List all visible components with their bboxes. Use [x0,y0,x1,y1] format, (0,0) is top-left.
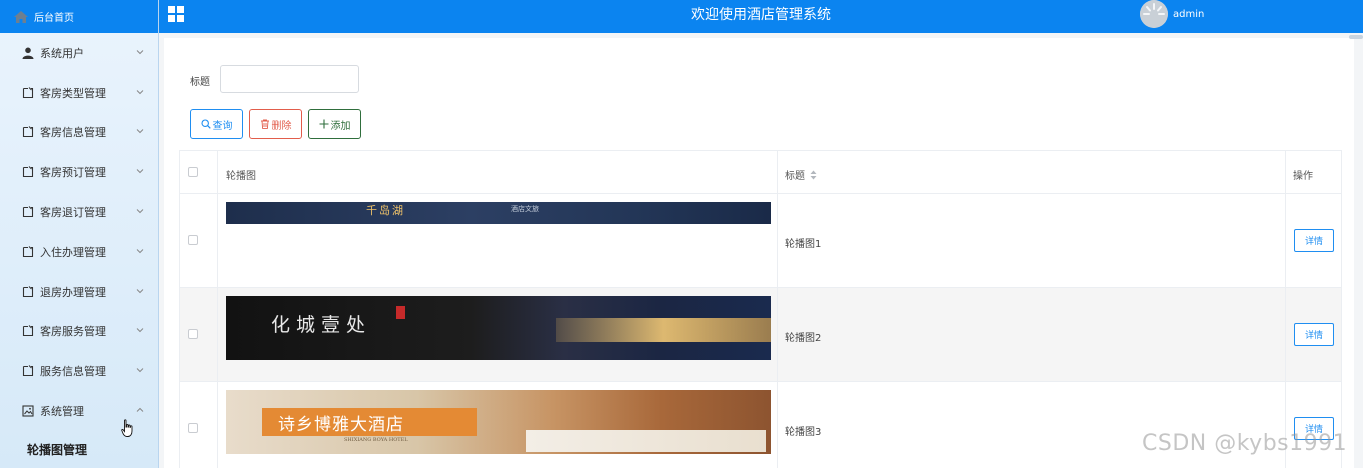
home-icon [14,10,28,23]
column-divider [217,151,218,468]
document-icon [22,325,34,337]
image-seal [396,306,405,319]
row-title: 轮播图2 [785,333,822,344]
image-text: 酒店文旅 [511,205,539,213]
chevron-down-icon [136,129,144,134]
sidebar-item-checkout[interactable]: 退房办理管理 [0,272,158,312]
delete-button[interactable]: 删除 [249,109,302,139]
sidebar-item-users[interactable]: 系统用户 [0,33,158,73]
sidebar-item-cancel[interactable]: 客房退订管理 [0,192,158,232]
home-label: 后台首页 [34,13,74,24]
image-lights [556,318,771,342]
sidebar-item-service-info[interactable]: 服务信息管理 [0,351,158,391]
chevron-up-icon [136,407,144,412]
column-divider [1285,151,1286,468]
select-all-checkbox[interactable] [188,167,198,177]
carousel-table: 轮播图 标题 操作 千岛湖 酒店文旅 轮播图1 详情 化城壹处 轮播图2 详情 … [179,150,1342,468]
hand-cursor-icon [121,419,133,437]
document-icon [22,166,34,178]
chevron-down-icon [136,288,144,293]
search-button[interactable]: 查询 [190,109,243,139]
sidebar-item-label: 服务信息管理 [40,365,106,379]
sidebar-item-room-info[interactable]: 客房信息管理 [0,113,158,153]
sidebar-item-room-service[interactable]: 客房服务管理 [0,312,158,352]
user-icon [22,47,34,59]
sidebar-subitem-carousel[interactable]: 轮播图管理 [0,431,158,468]
image-text: 诗乡博雅大酒店 [278,415,404,435]
delete-button-label: 删除 [271,120,292,132]
user-name[interactable]: admin [1173,9,1204,20]
image-icon [22,405,34,417]
document-icon [22,86,34,98]
document-icon [22,365,34,377]
sidebar-item-checkin[interactable]: 入住办理管理 [0,232,158,272]
row-checkbox[interactable] [188,235,198,245]
table-row: 千岛湖 酒店文旅 轮播图1 详情 [180,194,1341,288]
sidebar-subitem-label: 轮播图管理 [27,443,88,458]
sidebar: 后台首页 系统用户 客房类型管理 客房信息管理 客房预订管理 客房退订管理 入住… [0,0,159,468]
loading-avatar-icon [1140,0,1168,28]
row-checkbox[interactable] [188,423,198,433]
sidebar-item-room-type[interactable]: 客房类型管理 [0,73,158,113]
sidebar-item-label: 系统用户 [40,46,84,60]
chevron-down-icon [136,328,144,333]
add-button-label: 添加 [330,120,351,132]
chevron-down-icon [136,89,144,94]
carousel-image: 化城壹处 [226,296,771,360]
sidebar-item-system[interactable]: 系统管理 [0,391,158,431]
table-row: 化城壹处 轮播图2 详情 [180,288,1341,382]
image-text: 千岛湖 [366,204,405,217]
document-icon [22,285,34,297]
header-image: 轮播图 [226,171,256,182]
row-title: 轮播图1 [785,239,822,250]
sidebar-item-label: 入住办理管理 [40,245,106,259]
search-title-label: 标题 [190,77,210,88]
document-icon [22,245,34,257]
search-button-label: 查询 [212,120,233,132]
detail-button[interactable]: 详情 [1294,323,1334,346]
sidebar-item-label: 客房服务管理 [40,325,106,339]
sidebar-item-label: 客房类型管理 [40,86,106,100]
row-title: 轮播图3 [785,427,822,438]
sidebar-item-label: 退房办理管理 [40,285,106,299]
chevron-down-icon [136,209,144,214]
carousel-image: 千岛湖 酒店文旅 [226,202,771,224]
row-checkbox[interactable] [188,329,198,339]
scrollbar[interactable] [1349,35,1363,39]
chevron-down-icon [136,368,144,373]
document-icon [22,206,34,218]
detail-button[interactable]: 详情 [1294,229,1334,252]
header-title[interactable]: 标题 [785,167,817,182]
search-title-input[interactable] [220,65,359,93]
table-header: 轮播图 标题 操作 [180,151,1341,194]
chevron-down-icon [136,249,144,254]
image-text: SHIXIANG BOYA HOTEL [344,437,408,443]
home-link[interactable]: 后台首页 [0,0,158,33]
watermark: CSDN @kybs1991 [1142,431,1348,456]
image-bed [526,430,766,452]
add-button[interactable]: 添加 [308,109,361,139]
sidebar-item-label: 客房预订管理 [40,166,106,180]
document-icon [22,126,34,138]
sidebar-item-label: 客房信息管理 [40,126,106,140]
top-header: 欢迎使用酒店管理系统 admin [159,0,1363,33]
search-icon [200,119,211,129]
sidebar-item-label: 系统管理 [40,405,84,419]
sidebar-item-label: 客房退订管理 [40,206,106,220]
carousel-image: 诗乡博雅大酒店 SHIXIANG BOYA HOTEL [226,390,771,454]
sort-icon[interactable] [810,170,817,180]
sidebar-item-booking[interactable]: 客房预订管理 [0,152,158,192]
avatar[interactable] [1140,0,1168,28]
chevron-down-icon [136,50,144,55]
column-divider [777,151,778,468]
plus-icon [319,119,328,129]
header-title-label: 标题 [785,171,805,182]
trash-icon [260,119,269,129]
chevron-down-icon [136,169,144,174]
image-text: 化城壹处 [271,314,372,336]
header-actions: 操作 [1293,171,1313,182]
